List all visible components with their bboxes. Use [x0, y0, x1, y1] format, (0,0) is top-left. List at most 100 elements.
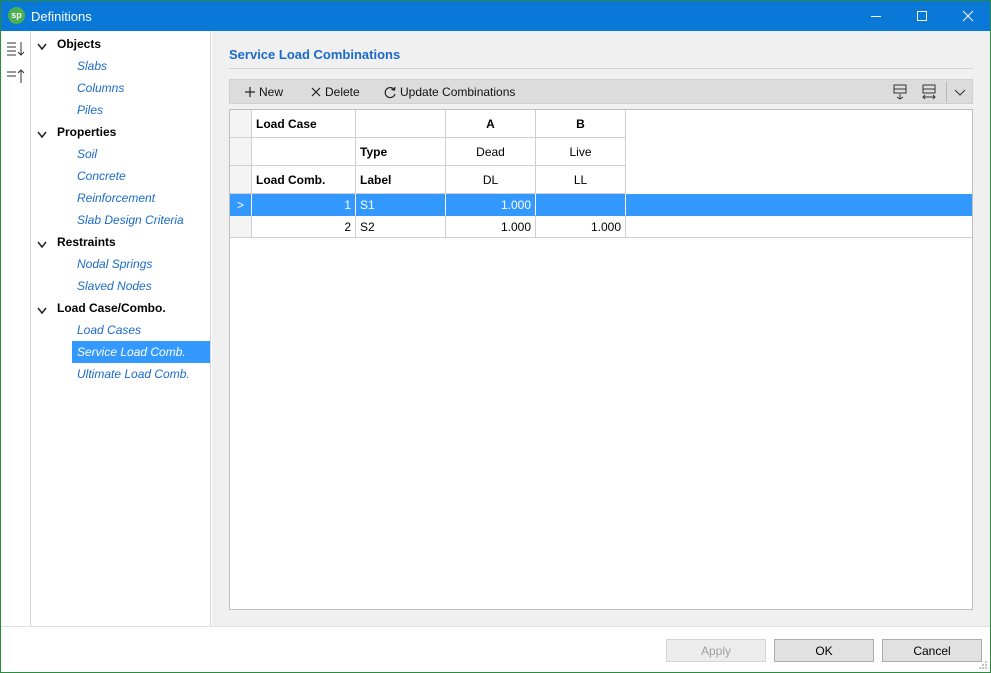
load-comb-number[interactable]: 1: [252, 194, 356, 216]
tree-group-label: Restraints: [57, 235, 116, 249]
header-type-b: Live: [536, 138, 626, 166]
tree-item-soil[interactable]: Soil: [72, 143, 210, 165]
tree-group-restraints[interactable]: Restraints: [32, 231, 210, 253]
tree-item-piles[interactable]: Piles: [72, 99, 210, 121]
tree-item-slaved-nodes[interactable]: Slaved Nodes: [72, 275, 210, 297]
chevron-down-icon[interactable]: [37, 304, 47, 315]
toolbar-separator: [946, 82, 947, 102]
tree-group-objects[interactable]: Objects: [32, 33, 210, 55]
sort-icon-strip: [1, 31, 31, 626]
header-label-b: LL: [536, 166, 626, 194]
tree-item-reinforcement[interactable]: Reinforcement: [72, 187, 210, 209]
load-comb-label[interactable]: S2: [356, 216, 446, 238]
tree-item-nodal-springs[interactable]: Nodal Springs: [72, 253, 210, 275]
definitions-window: sp Definitions Objects Slabs Columns Pil…: [0, 0, 991, 673]
new-button[interactable]: New: [244, 83, 283, 101]
delete-x-icon: [311, 87, 321, 97]
load-combinations-grid: Load Case A B Type Dead Live Load Comb. …: [229, 109, 973, 610]
tree-group-load-case-combo[interactable]: Load Case/Combo.: [32, 297, 210, 319]
tree-group-label: Load Case/Combo.: [57, 301, 166, 315]
tree-item-slab-design-criteria[interactable]: Slab Design Criteria: [72, 209, 210, 231]
tree-item-service-load-comb[interactable]: Service Load Comb.: [72, 341, 210, 363]
chevron-down-icon[interactable]: [37, 40, 47, 51]
tree-item-label: Slabs: [77, 59, 108, 73]
row-indicator[interactable]: [230, 216, 252, 238]
tree-item-label: Concrete: [77, 169, 126, 183]
tree-item-columns[interactable]: Columns: [72, 77, 210, 99]
tree-item-label: Ultimate Load Comb.: [77, 367, 190, 381]
definitions-tree: Objects Slabs Columns Piles Properties S…: [32, 31, 211, 626]
tree-item-label: Piles: [77, 103, 104, 117]
title-bar[interactable]: sp Definitions: [1, 1, 990, 31]
tree-group-label: Objects: [57, 37, 102, 51]
row-header-spacer: [230, 138, 252, 166]
update-combinations-button[interactable]: Update Combinations: [384, 83, 515, 101]
minimize-button[interactable]: [853, 1, 899, 31]
new-label: New: [259, 85, 284, 99]
apply-button[interactable]: Apply: [666, 639, 766, 662]
load-comb-number[interactable]: 2: [252, 216, 356, 238]
cancel-button[interactable]: Cancel: [882, 639, 982, 662]
insert-row-icon[interactable]: [891, 83, 909, 101]
header-label-a: DL: [446, 166, 536, 194]
app-logo: sp: [8, 7, 25, 24]
maximize-button[interactable]: [899, 1, 945, 31]
header-load-case: Load Case: [252, 110, 356, 138]
tree-item-ultimate-load-comb[interactable]: Ultimate Load Comb.: [72, 363, 210, 385]
tree-item-label: Service Load Comb.: [77, 345, 186, 359]
header-blank: [356, 110, 446, 138]
tree-group-label: Properties: [57, 125, 117, 139]
header-label: Label: [356, 166, 446, 194]
row-filler: [626, 194, 972, 216]
section-title: Service Load Combinations: [229, 47, 401, 62]
section-divider: [229, 68, 973, 69]
tree-item-label: Slab Design Criteria: [77, 213, 184, 227]
sort-descending-icon[interactable]: [6, 39, 26, 57]
chevron-down-icon[interactable]: [37, 128, 47, 139]
header-column-b[interactable]: B: [536, 110, 626, 138]
sort-ascending-icon[interactable]: [6, 67, 26, 85]
header-column-a[interactable]: A: [446, 110, 536, 138]
refresh-icon: [384, 86, 396, 98]
factor-b[interactable]: [536, 194, 626, 216]
header-type: Type: [356, 138, 446, 166]
minimize-icon: [871, 16, 881, 17]
tree-item-slabs[interactable]: Slabs: [72, 55, 210, 77]
factor-a[interactable]: 1.000: [446, 194, 536, 216]
close-button[interactable]: [945, 1, 991, 31]
header-load-comb: Load Comb.: [252, 166, 356, 194]
factor-b[interactable]: 1.000: [536, 216, 626, 238]
header-type-a: Dead: [446, 138, 536, 166]
row-indicator[interactable]: >: [230, 194, 252, 216]
chevron-down-icon[interactable]: [37, 238, 47, 249]
grid-toolbar: New Delete Update Combinations: [229, 79, 973, 104]
row-header-spacer: [230, 166, 252, 194]
tree-item-label: Load Cases: [77, 323, 142, 337]
tree-item-label: Nodal Springs: [77, 257, 153, 271]
factor-a[interactable]: 1.000: [446, 216, 536, 238]
tree-group-properties[interactable]: Properties: [32, 121, 210, 143]
plus-icon: [245, 87, 255, 97]
delete-label: Delete: [325, 85, 360, 99]
tree-item-concrete[interactable]: Concrete: [72, 165, 210, 187]
tree-item-label: Columns: [77, 81, 125, 95]
main-panel: Service Load Combinations New Delete Upd…: [212, 31, 990, 626]
row-filler: [626, 216, 972, 238]
header-blank: [252, 138, 356, 166]
load-comb-label[interactable]: S1: [356, 194, 446, 216]
tree-item-label: Soil: [77, 147, 98, 161]
window-title: Definitions: [31, 9, 92, 24]
resize-columns-icon[interactable]: [920, 83, 938, 101]
resize-grip-icon[interactable]: [978, 660, 988, 670]
update-combinations-label: Update Combinations: [400, 85, 516, 99]
tree-item-label: Slaved Nodes: [77, 279, 152, 293]
dialog-footer: Apply OK Cancel: [1, 626, 990, 672]
tree-item-load-cases[interactable]: Load Cases: [72, 319, 210, 341]
row-header-corner: [230, 110, 252, 138]
maximize-icon: [917, 11, 927, 21]
delete-button[interactable]: Delete: [310, 83, 360, 101]
tree-item-label: Reinforcement: [77, 191, 156, 205]
ok-button[interactable]: OK: [774, 639, 874, 662]
toolbar-overflow-chevron-icon[interactable]: [951, 83, 969, 101]
close-icon: [962, 10, 974, 22]
